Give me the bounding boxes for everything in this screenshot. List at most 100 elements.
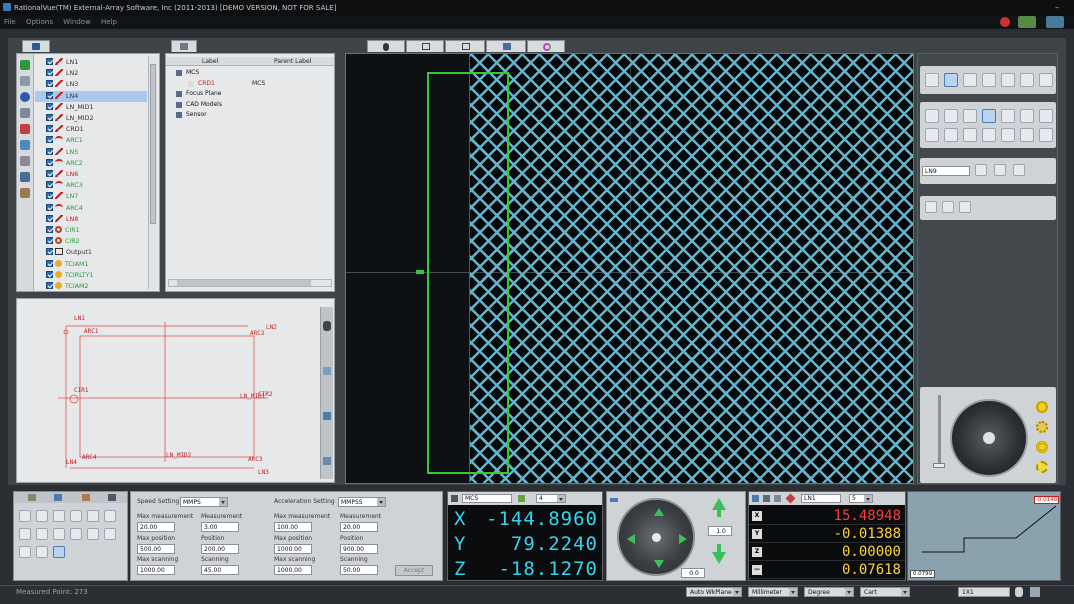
tree-scrollbar[interactable] <box>148 56 157 289</box>
construct-circle-icon[interactable] <box>19 528 31 540</box>
rotary-joystick[interactable] <box>950 399 1028 477</box>
construct-mid-icon[interactable] <box>87 510 99 522</box>
menu-help[interactable]: Help <box>101 18 117 26</box>
tree-item-checkbox[interactable] <box>46 69 53 77</box>
slot-tool-icon[interactable] <box>1020 73 1034 87</box>
contour-tool-icon[interactable] <box>982 128 996 142</box>
home-icon[interactable] <box>36 546 48 558</box>
tree-item-checkbox[interactable] <box>46 147 53 155</box>
tree-item-checkbox[interactable] <box>46 282 53 289</box>
dro-frame-select[interactable]: MCS <box>462 494 512 503</box>
tree-item-checkbox[interactable] <box>46 226 53 233</box>
circle-tool-icon[interactable] <box>963 73 977 87</box>
curve-tool-icon[interactable] <box>1039 73 1053 87</box>
jog-up-icon[interactable] <box>654 503 664 516</box>
machine-home-icon[interactable] <box>1018 16 1036 28</box>
z-down-icon[interactable] <box>712 552 726 564</box>
tree-item-checkbox[interactable] <box>46 214 53 222</box>
trash-icon[interactable] <box>20 156 30 166</box>
coord-row[interactable]: Focus Plane <box>166 89 334 99</box>
layers-icon[interactable] <box>323 457 331 465</box>
acceleration-unit-select[interactable]: MMPSS <box>338 497 386 507</box>
rectangle-tool-icon[interactable] <box>925 128 939 142</box>
jog-down-icon[interactable] <box>654 560 664 573</box>
tree-item[interactable]: LN_MID1 <box>35 102 147 113</box>
tree-item-checkbox[interactable] <box>46 248 53 256</box>
units-dropdown-icon[interactable] <box>789 588 797 596</box>
feature-values-count[interactable]: 5 <box>849 494 873 503</box>
tree-item-checkbox[interactable] <box>46 136 53 144</box>
minimize-icon[interactable]: – <box>1055 3 1059 12</box>
tab-color[interactable] <box>527 40 565 52</box>
tree-item[interactable]: LN6 <box>35 169 147 180</box>
tree-item[interactable]: LN4 <box>35 90 147 102</box>
light-slider-track[interactable] <box>938 395 941 467</box>
tab-3d[interactable] <box>486 40 526 52</box>
coord-hscrollbar[interactable] <box>168 279 332 287</box>
status-mouse-icon[interactable] <box>1015 587 1023 597</box>
status-camera-icon[interactable] <box>1030 587 1040 597</box>
jog-left-icon[interactable] <box>622 534 635 544</box>
tree-item-checkbox[interactable] <box>46 270 53 278</box>
construct-mirror-icon[interactable] <box>53 528 65 540</box>
tab-construct-icon[interactable] <box>54 494 62 501</box>
coord-hscrollbar-thumb[interactable] <box>177 280 311 286</box>
jog-mode-icon[interactable] <box>610 498 618 502</box>
tree-item[interactable]: LN2 <box>35 68 147 79</box>
feature-values-name[interactable]: LN1 <box>801 494 841 503</box>
tree-item-checkbox[interactable] <box>46 259 53 267</box>
view-icon[interactable] <box>323 412 331 420</box>
tab-motion-icon[interactable] <box>108 494 116 501</box>
machine-connect-icon[interactable] <box>1046 16 1064 28</box>
jog-right-icon[interactable] <box>679 534 692 544</box>
angle-dropdown-icon[interactable] <box>845 588 853 596</box>
run-icon[interactable] <box>20 92 30 102</box>
line-tool-icon[interactable] <box>944 73 958 87</box>
construct-intersect-icon[interactable] <box>70 510 82 522</box>
report-icon[interactable] <box>20 188 30 198</box>
feature-copy-icon[interactable] <box>774 495 781 502</box>
coord-row[interactable]: CRD1 MCS <box>166 79 334 89</box>
coords-select[interactable]: Cart <box>860 587 910 597</box>
probe-calibrate-icon[interactable] <box>959 201 971 213</box>
tree-item-checkbox[interactable] <box>46 91 53 99</box>
arc-tool-icon[interactable] <box>982 73 996 87</box>
menu-file[interactable]: File <box>4 18 16 26</box>
feature-info-icon[interactable] <box>752 495 759 502</box>
width-tool-icon[interactable] <box>1001 109 1015 123</box>
coord-row[interactable]: CAD Models <box>166 100 334 110</box>
tree-item[interactable]: ARC3 <box>35 180 147 191</box>
construct-tangent-icon[interactable] <box>70 528 82 540</box>
dro-precision-select[interactable]: 4 <box>536 494 566 503</box>
ellipse-tool-icon[interactable] <box>1001 73 1015 87</box>
tree-item-checkbox[interactable] <box>46 181 53 189</box>
construct-angle-icon[interactable] <box>36 510 48 522</box>
light-slider-handle[interactable] <box>933 463 945 468</box>
zoom-fit-icon[interactable] <box>323 367 331 375</box>
tree-item[interactable]: ARC1 <box>35 135 147 146</box>
tree-item[interactable]: CRD1 <box>35 124 147 135</box>
construct-line-icon[interactable] <box>19 510 31 522</box>
workplane-select[interactable]: Auto WkPlane <box>686 587 742 597</box>
tree-item[interactable]: LN7 <box>35 191 147 202</box>
tree-item[interactable]: LN3 <box>35 79 147 90</box>
accept-button[interactable]: Accept <box>395 565 433 576</box>
acceleration-unit-dropdown-icon[interactable] <box>377 498 385 506</box>
count-dropdown-icon[interactable] <box>864 495 872 502</box>
menu-window[interactable]: Window <box>63 18 91 26</box>
roi-box[interactable] <box>427 72 509 474</box>
construct-distance-icon[interactable] <box>53 510 65 522</box>
point-tool-icon[interactable] <box>925 73 939 87</box>
tree-item-checkbox[interactable] <box>46 102 53 110</box>
tree-item-checkbox[interactable] <box>46 158 53 166</box>
angle-select[interactable]: Degree <box>804 587 854 597</box>
tree-item-checkbox[interactable] <box>46 203 53 211</box>
house-tool-icon[interactable] <box>1001 128 1015 142</box>
speed-unit-select[interactable]: MMPS <box>180 497 228 507</box>
precision-dropdown-icon[interactable] <box>557 495 565 502</box>
parallel-edge-tool-icon[interactable] <box>982 109 996 123</box>
construct-perp-icon[interactable] <box>104 510 116 522</box>
lock-icon[interactable] <box>451 495 458 502</box>
rotate-tool-icon[interactable] <box>1039 109 1053 123</box>
z-speed-field[interactable]: 0.0 <box>681 568 705 578</box>
